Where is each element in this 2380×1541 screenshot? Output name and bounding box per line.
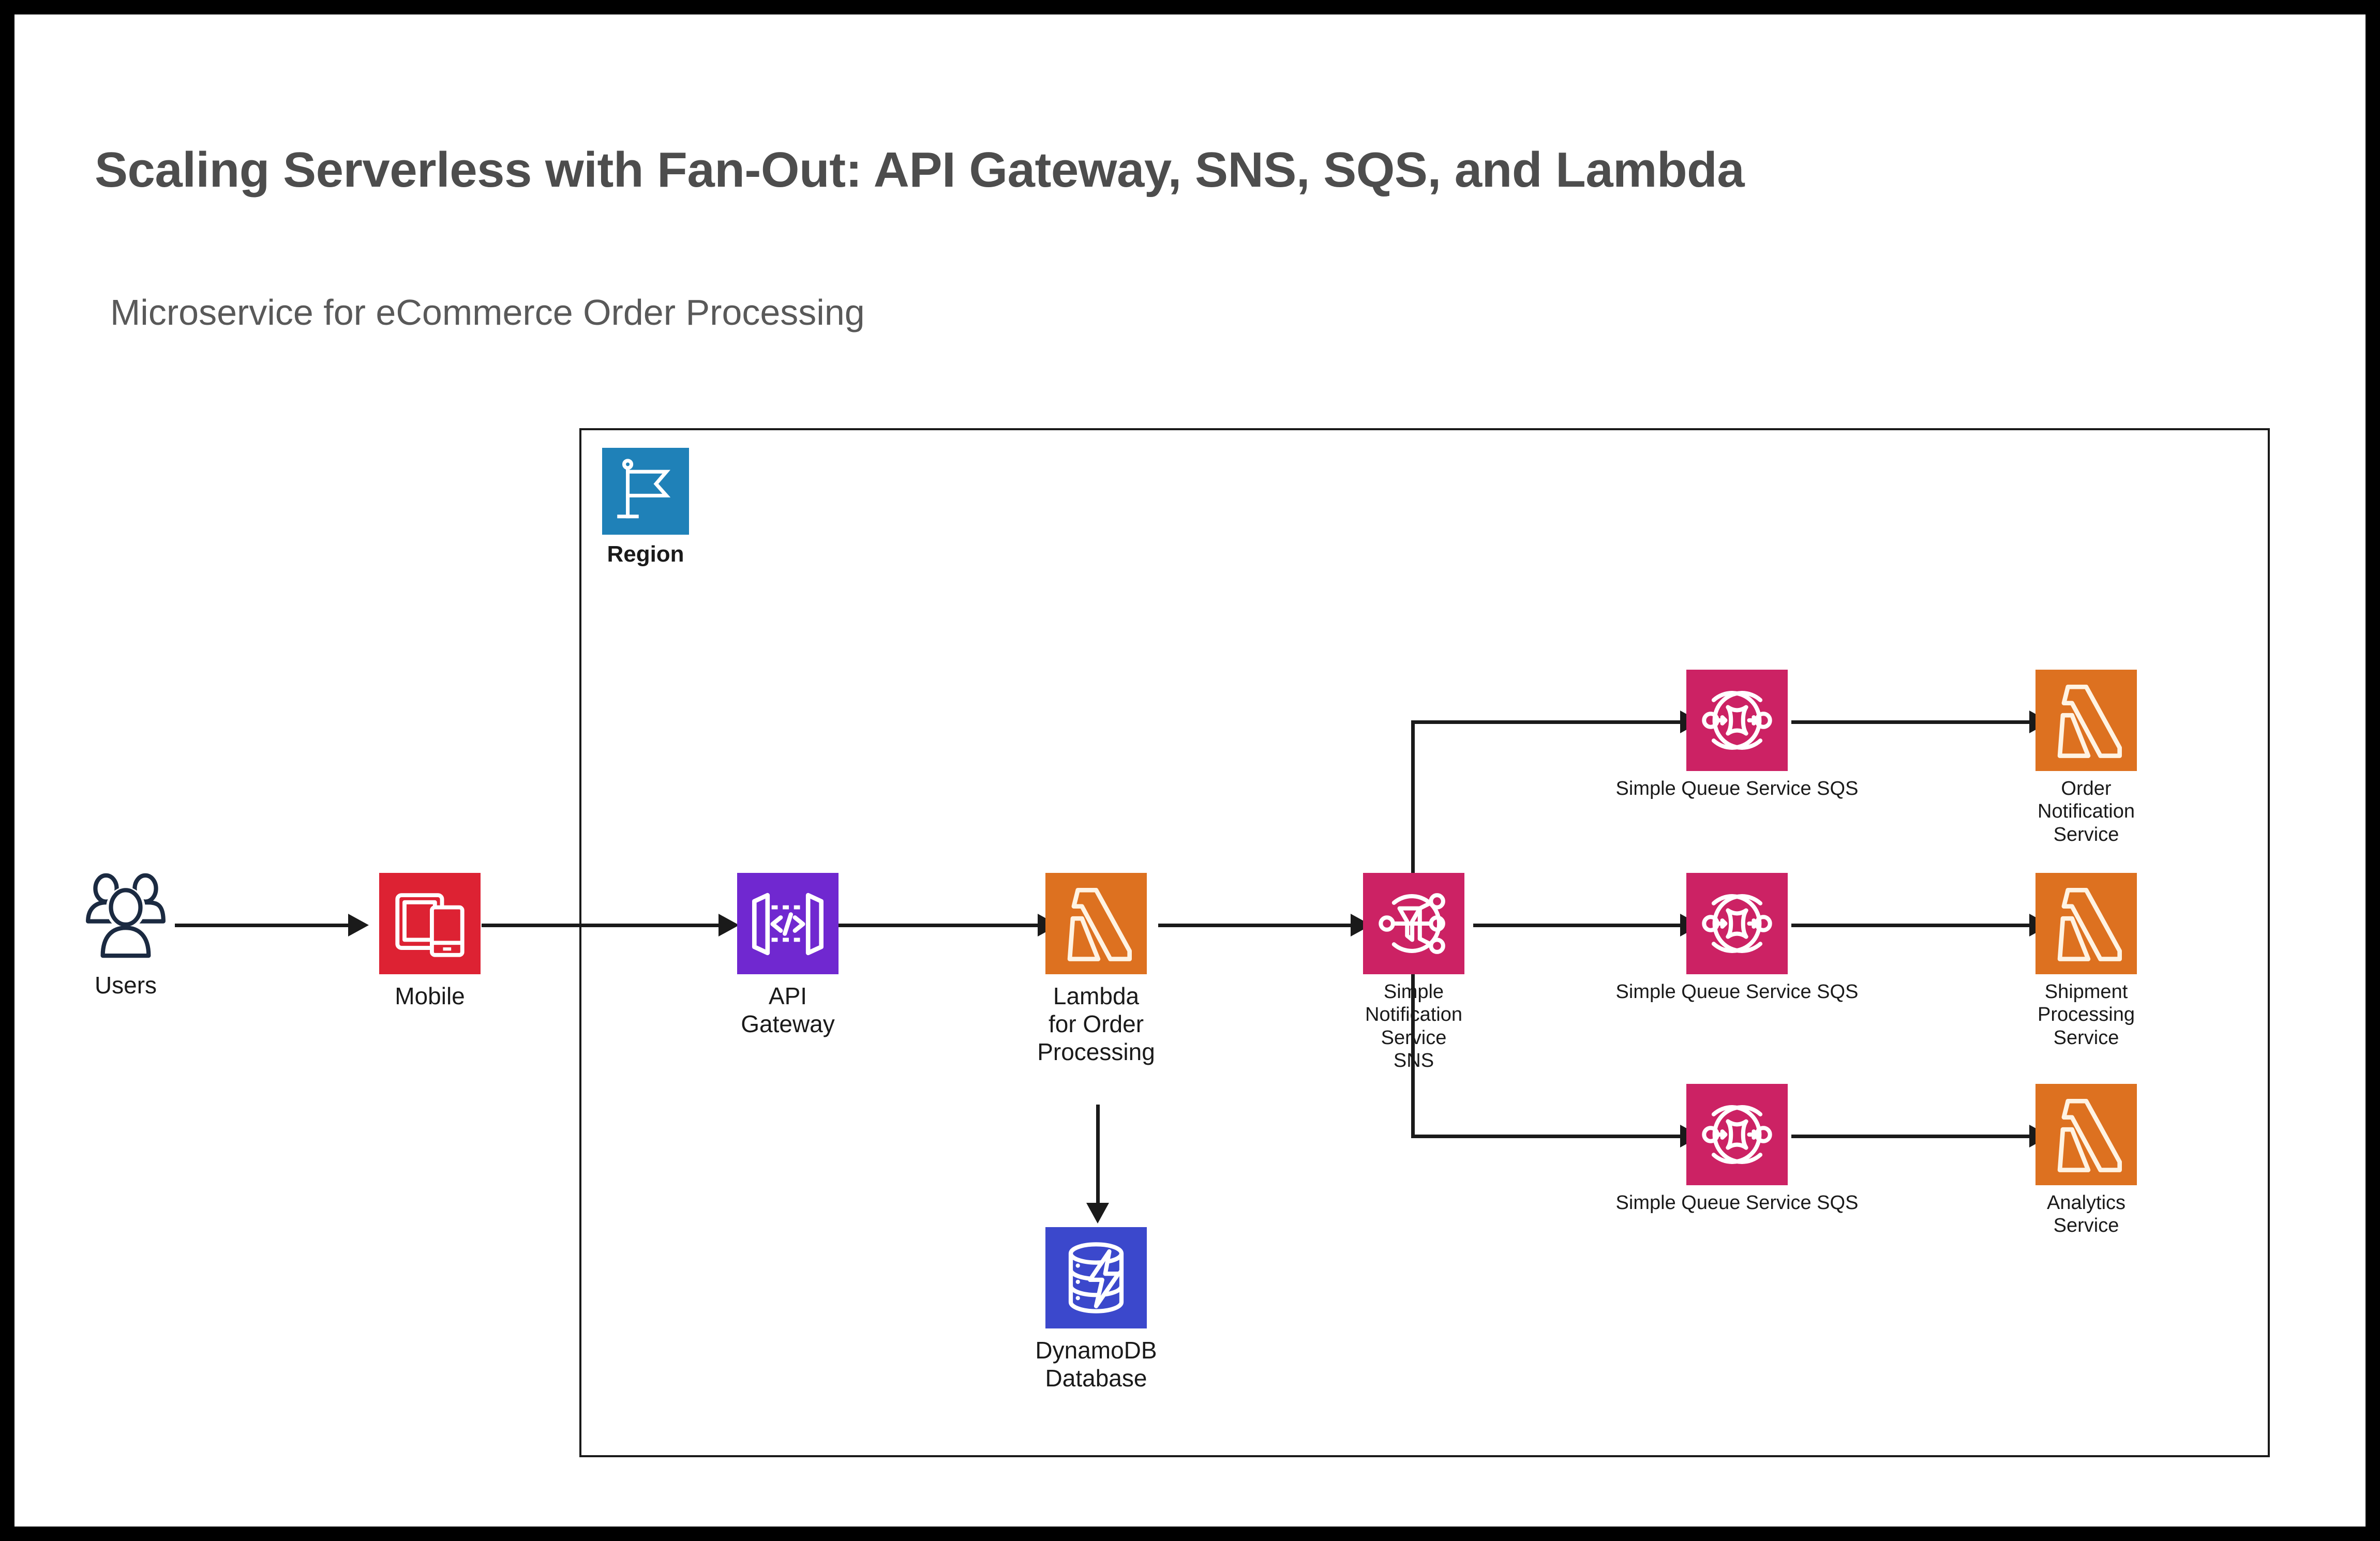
connector-mobile-apigateway bbox=[482, 924, 719, 927]
page-subtitle: Microservice for eCommerce Order Process… bbox=[110, 292, 865, 333]
connector-sns-sqs1-vertical bbox=[1411, 720, 1415, 875]
connector-sns-sqs2 bbox=[1473, 924, 1680, 927]
node-label-analytics-service: Analytics Service bbox=[2046, 1192, 2126, 1237]
arrowhead-api-gateway bbox=[719, 914, 739, 936]
node-label-shipment-processing-service: Shipment Processing Service bbox=[2038, 981, 2135, 1049]
node-label-users: Users bbox=[94, 972, 157, 999]
users-icon bbox=[77, 870, 175, 961]
region-label: Region bbox=[607, 541, 684, 567]
node-order-notification-service[interactable]: Order Notification Service bbox=[2035, 670, 2137, 845]
node-label-dynamodb: DynamoDB Database bbox=[1035, 1337, 1157, 1392]
arrowhead-dynamodb bbox=[1086, 1203, 1109, 1223]
node-mobile[interactable]: Mobile bbox=[379, 873, 481, 1009]
node-label-order-notification-service: Order Notification Service bbox=[2038, 778, 2135, 845]
node-label-sqs-3: Simple Queue Service SQS bbox=[1615, 1192, 1859, 1214]
node-lambda-order-processing[interactable]: Lambda for Order Processing bbox=[1037, 873, 1155, 1065]
node-label-api-gateway: API Gateway bbox=[741, 983, 835, 1037]
connector-sns-sqs1-horizontal bbox=[1411, 720, 1680, 724]
node-users[interactable]: Users bbox=[77, 870, 175, 999]
lambda-icon bbox=[2035, 670, 2137, 771]
sns-icon bbox=[1363, 873, 1464, 974]
connector-users-mobile bbox=[175, 924, 348, 927]
node-label-mobile: Mobile bbox=[395, 983, 465, 1009]
diagram-page: Scaling Serverless with Fan-Out: API Gat… bbox=[0, 0, 2380, 1541]
connector-lambda-dynamodb bbox=[1096, 1105, 1100, 1203]
lambda-icon bbox=[2035, 1084, 2137, 1185]
flag-icon bbox=[602, 448, 689, 535]
sqs-icon bbox=[1686, 670, 1788, 771]
node-sqs-1[interactable]: Simple Queue Service SQS bbox=[1616, 670, 1858, 799]
dynamodb-icon bbox=[1045, 1227, 1147, 1328]
arrowhead-mobile bbox=[348, 914, 369, 936]
connector-sns-sqs3-horizontal bbox=[1411, 1135, 1680, 1138]
node-dynamodb[interactable]: DynamoDB Database bbox=[1035, 1227, 1157, 1392]
node-label-sqs-1: Simple Queue Service SQS bbox=[1615, 778, 1859, 799]
sqs-icon bbox=[1686, 1084, 1788, 1185]
api-gateway-icon bbox=[737, 873, 839, 974]
node-shipment-processing-service[interactable]: Shipment Processing Service bbox=[2035, 873, 2137, 1049]
connector-sqs1-lambda bbox=[1791, 720, 2029, 724]
node-analytics-service[interactable]: Analytics Service bbox=[2035, 1084, 2137, 1236]
page-title: Scaling Serverless with Fan-Out: API Gat… bbox=[95, 142, 1745, 198]
diagram-canvas: Scaling Serverless with Fan-Out: API Gat… bbox=[14, 14, 2366, 1527]
node-label-lambda-order-processing: Lambda for Order Processing bbox=[1037, 983, 1155, 1065]
node-sqs-3[interactable]: Simple Queue Service SQS bbox=[1616, 1084, 1858, 1214]
region-badge: Region bbox=[602, 448, 689, 567]
node-api-gateway[interactable]: API Gateway bbox=[737, 873, 839, 1037]
node-label-sqs-2: Simple Queue Service SQS bbox=[1615, 981, 1859, 1003]
mobile-devices-icon bbox=[379, 873, 481, 974]
lambda-icon bbox=[2035, 873, 2137, 974]
node-sns[interactable]: Simple Notification Service SNS bbox=[1363, 873, 1464, 1071]
lambda-icon bbox=[1045, 873, 1147, 974]
connector-lambda-sns bbox=[1158, 924, 1351, 927]
connector-sqs2-lambda bbox=[1791, 924, 2029, 927]
node-sqs-2[interactable]: Simple Queue Service SQS bbox=[1616, 873, 1858, 1003]
node-label-sns: Simple Notification Service SNS bbox=[1365, 981, 1462, 1072]
connector-sqs3-lambda bbox=[1791, 1135, 2029, 1138]
connector-apigateway-lambda bbox=[839, 924, 1038, 927]
sqs-icon bbox=[1686, 873, 1788, 974]
